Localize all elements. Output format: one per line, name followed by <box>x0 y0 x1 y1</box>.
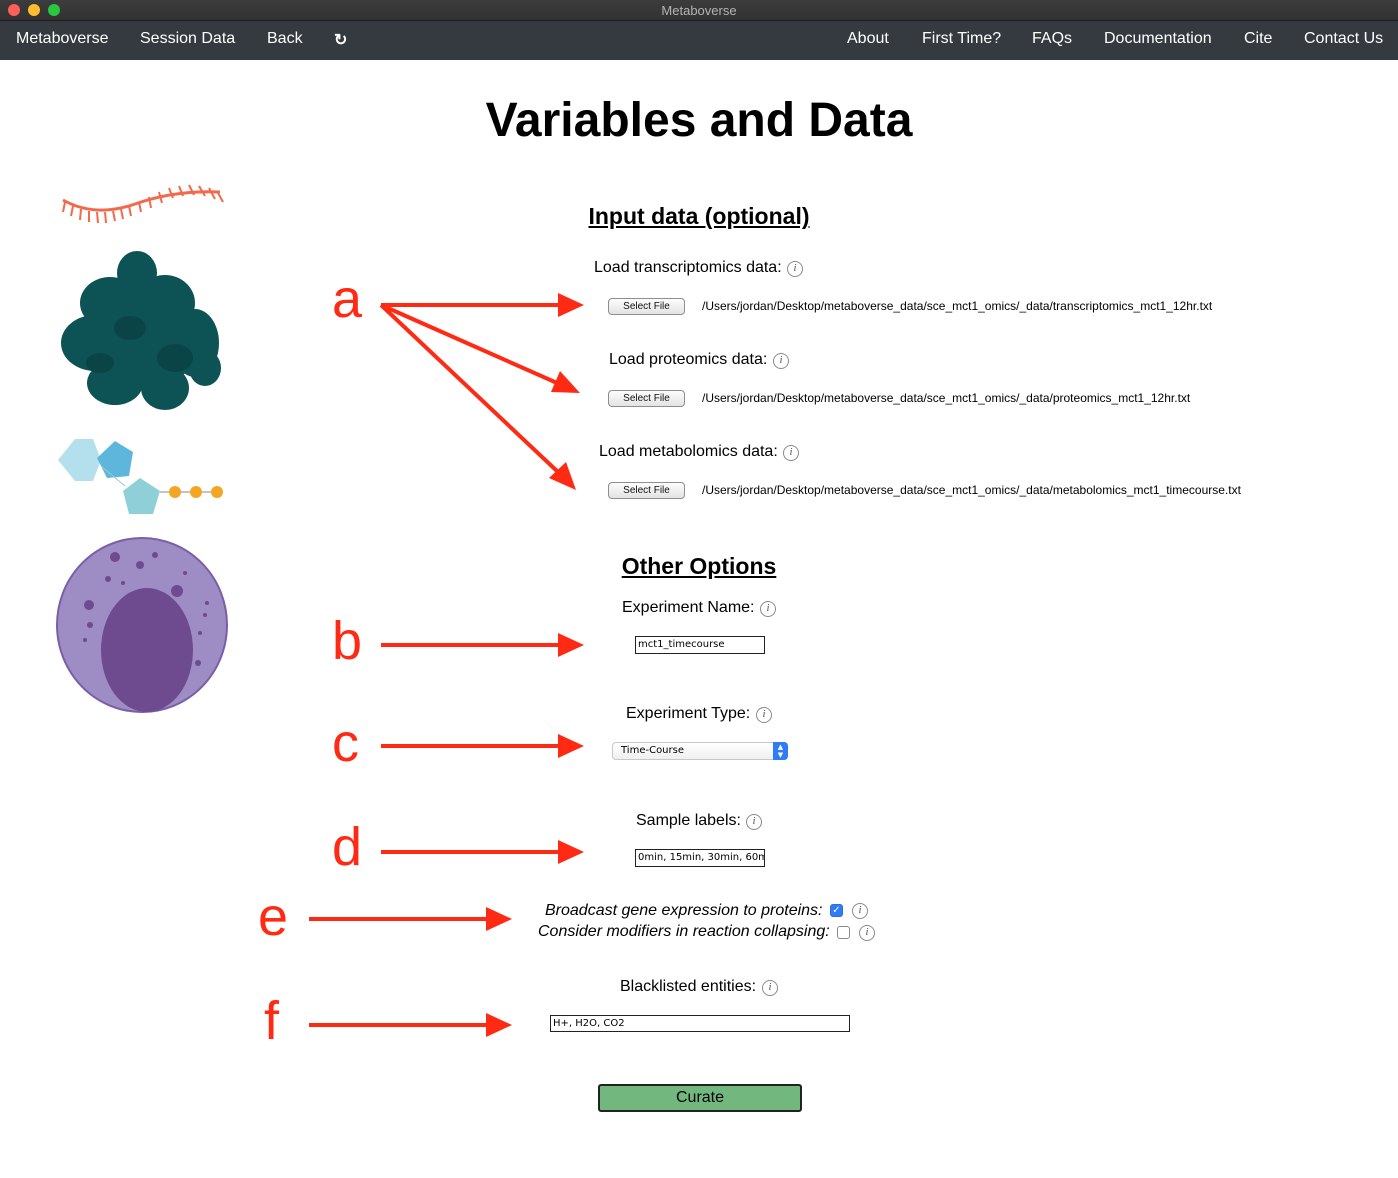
arrow-a-proteomics <box>380 303 558 385</box>
arrowhead-f <box>486 1013 512 1037</box>
arrowhead-c <box>558 734 584 758</box>
arrowhead-d <box>558 840 584 864</box>
arrowhead-e <box>486 907 512 931</box>
arrowhead-a2 <box>551 371 580 393</box>
arrowhead-b <box>558 633 584 657</box>
arrow-a-metabolomics <box>379 303 560 474</box>
arrowhead-a1 <box>558 293 584 317</box>
annotation-arrows <box>309 293 584 1037</box>
